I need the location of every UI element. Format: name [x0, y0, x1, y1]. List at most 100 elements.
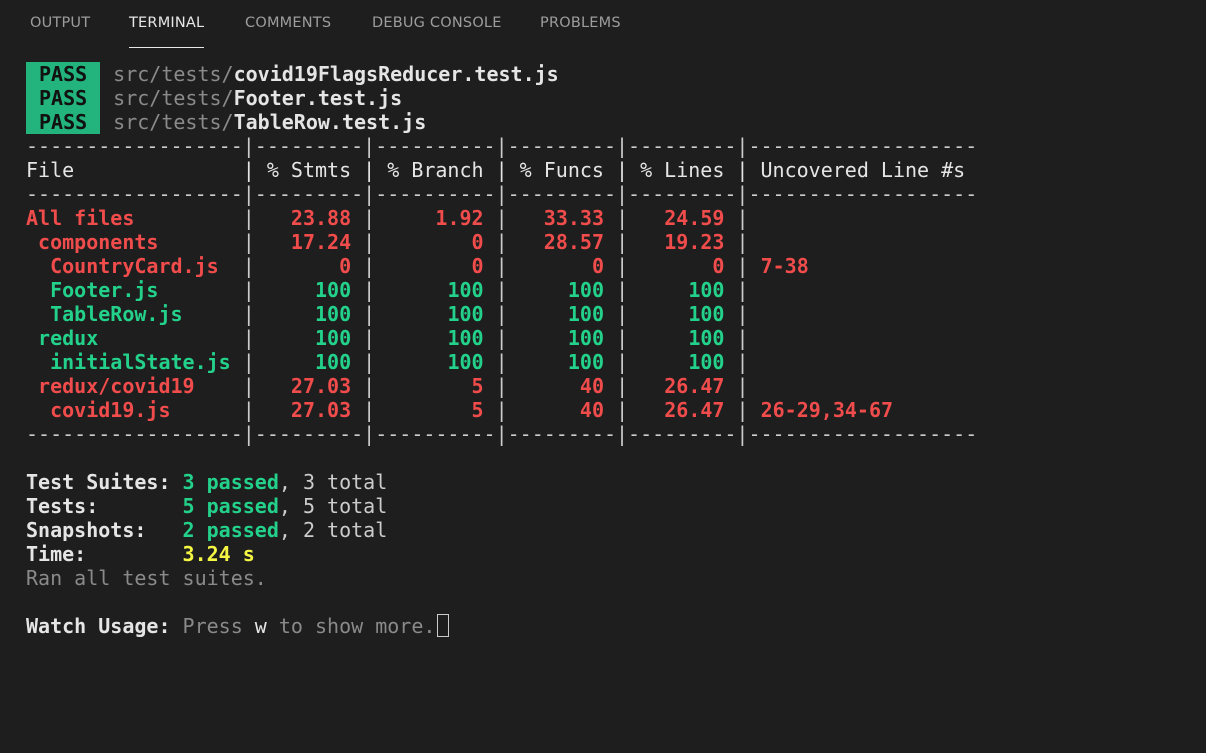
column-separator: |	[616, 374, 629, 398]
coverage-lines-value: 100	[628, 326, 737, 350]
coverage-funcs-value: 40	[507, 398, 617, 422]
coverage-file-name: redux/covid19	[26, 374, 243, 398]
column-separator: |	[363, 206, 376, 230]
coverage-stmts-value: 100	[254, 326, 364, 350]
coverage-uncovered-lines	[749, 230, 761, 254]
column-separator: |	[736, 326, 749, 350]
tab-debug-console[interactable]: DEBUG CONSOLE	[372, 0, 502, 48]
coverage-lines-value: 100	[628, 350, 737, 374]
column-separator: |	[242, 374, 255, 398]
column-separator: |	[242, 302, 255, 326]
column-separator: |	[363, 302, 376, 326]
column-separator: |	[363, 254, 376, 278]
column-separator: |	[736, 230, 749, 254]
summary-passed: 5 passed	[182, 494, 279, 518]
coverage-lines-value: 19.23	[628, 230, 737, 254]
test-file-name: TableRow.test.js	[233, 110, 427, 134]
summary-label: Snapshots:	[26, 518, 183, 542]
coverage-funcs-value: 40	[507, 374, 617, 398]
coverage-header: File | % Stmts | % Branch | % Funcs | % …	[26, 158, 978, 182]
column-separator: |	[616, 278, 629, 302]
test-file-name: Footer.test.js	[233, 86, 403, 110]
coverage-uncovered-lines	[749, 374, 761, 398]
coverage-uncovered-lines: 7-38	[748, 254, 809, 278]
column-separator: |	[616, 398, 629, 422]
tab-terminal[interactable]: TERMINAL	[129, 0, 205, 48]
coverage-funcs-value: 0	[507, 254, 617, 278]
watch-usage-label: Watch Usage:	[26, 614, 183, 638]
pass-badge: PASS	[26, 86, 101, 110]
tab-output[interactable]: OUTPUT	[30, 0, 90, 48]
summary-total: , 5 total	[278, 494, 388, 518]
coverage-uncovered-lines	[749, 350, 761, 374]
summary-tests: Tests: 5 passed, 5 total	[26, 494, 1196, 518]
column-separator: |	[242, 206, 255, 230]
coverage-row: TableRow.js | 100 | 100 | 100 | 100 |	[26, 302, 1196, 326]
coverage-file-name: All files	[26, 206, 243, 230]
summary-passed: 2 passed	[182, 518, 279, 542]
coverage-lines-value: 26.47	[628, 374, 737, 398]
coverage-funcs-value: 100	[507, 302, 617, 326]
coverage-stmts-value: 100	[254, 278, 364, 302]
column-separator: |	[242, 326, 255, 350]
column-separator: |	[495, 326, 508, 350]
column-separator: |	[242, 278, 255, 302]
column-separator: |	[736, 206, 749, 230]
summary-time: Time: 3.24 s	[26, 542, 1196, 566]
coverage-file-name: Footer.js	[26, 278, 243, 302]
column-separator: |	[242, 398, 255, 422]
test-file-dir: src/tests/	[113, 62, 234, 86]
pass-badge: PASS	[26, 62, 101, 86]
coverage-stmts-value: 0	[254, 254, 364, 278]
column-separator: |	[242, 254, 255, 278]
coverage-uncovered-lines: 26-29,34-67	[748, 398, 894, 422]
summary-passed: 3 passed	[182, 470, 279, 494]
coverage-funcs-value: 100	[507, 326, 617, 350]
summary-snapshots: Snapshots: 2 passed, 2 total	[26, 518, 1196, 542]
tab-comments[interactable]: COMMENTS	[245, 0, 331, 48]
coverage-file-name: CountryCard.js	[26, 254, 243, 278]
summary-label: Test Suites:	[26, 470, 183, 494]
coverage-row: CountryCard.js | 0 | 0 | 0 | 0 | 7-38	[26, 254, 1196, 278]
summary-total: , 2 total	[278, 518, 388, 542]
coverage-stmts-value: 27.03	[254, 374, 364, 398]
test-result-line: PASS src/tests/TableRow.test.js	[26, 110, 1196, 134]
summary-total: , 3 total	[278, 470, 388, 494]
terminal-cursor[interactable]	[437, 614, 450, 637]
coverage-file-name: TableRow.js	[26, 302, 243, 326]
column-separator: |	[495, 350, 508, 374]
coverage-branch-value: 100	[375, 278, 496, 302]
coverage-file-name: redux	[26, 326, 243, 350]
watch-key: w	[254, 614, 267, 638]
column-separator: |	[736, 398, 749, 422]
coverage-separator: ------------------|---------|----------|…	[26, 422, 978, 446]
coverage-row: components | 17.24 | 0 | 28.57 | 19.23 |	[26, 230, 1196, 254]
coverage-branch-value: 5	[375, 374, 496, 398]
column-separator: |	[736, 350, 749, 374]
coverage-rows: All files | 23.88 | 1.92 | 33.33 | 24.59…	[26, 206, 1196, 422]
column-separator: |	[616, 230, 629, 254]
column-separator: |	[616, 350, 629, 374]
coverage-stmts-value: 23.88	[254, 206, 364, 230]
test-file-name: covid19FlagsReducer.test.js	[233, 62, 559, 86]
coverage-file-name: components	[26, 230, 243, 254]
column-separator: |	[363, 278, 376, 302]
coverage-file-name: initialState.js	[26, 350, 243, 374]
coverage-branch-value: 0	[375, 254, 496, 278]
column-separator: |	[495, 374, 508, 398]
tab-problems[interactable]: PROBLEMS	[540, 0, 621, 48]
column-separator: |	[363, 398, 376, 422]
coverage-lines-value: 26.47	[628, 398, 737, 422]
coverage-uncovered-lines	[749, 206, 761, 230]
coverage-row: redux | 100 | 100 | 100 | 100 |	[26, 326, 1196, 350]
summary-time-value: 3.24 s	[182, 542, 255, 566]
column-separator: |	[495, 302, 508, 326]
coverage-funcs-value: 28.57	[507, 230, 617, 254]
coverage-separator: ------------------|---------|----------|…	[26, 134, 978, 158]
coverage-row: Footer.js | 100 | 100 | 100 | 100 |	[26, 278, 1196, 302]
coverage-uncovered-lines	[749, 302, 761, 326]
terminal-output[interactable]: PASS src/tests/covid19FlagsReducer.test.j…	[26, 62, 1196, 638]
coverage-uncovered-lines	[749, 278, 761, 302]
coverage-branch-value: 100	[375, 326, 496, 350]
